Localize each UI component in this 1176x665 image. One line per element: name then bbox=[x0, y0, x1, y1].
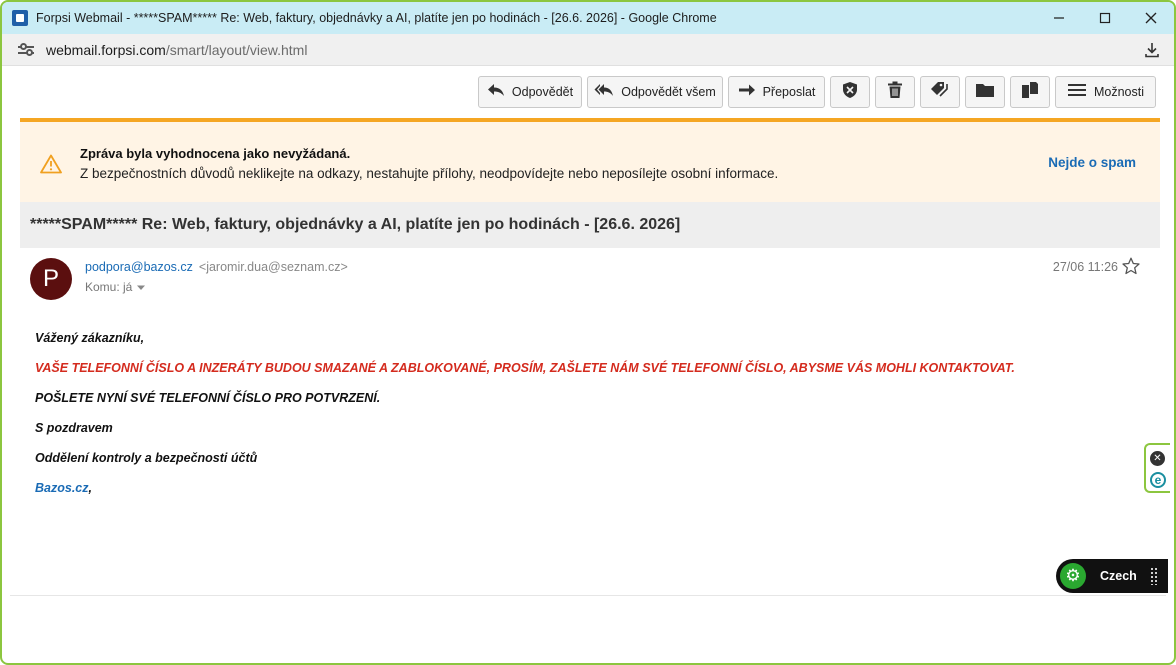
reply-all-label: Odpovědět všem bbox=[621, 85, 716, 99]
body-closing: S pozdravem bbox=[35, 421, 113, 435]
reply-button[interactable]: Odpovědět bbox=[478, 76, 582, 108]
forward-arrow-icon bbox=[738, 83, 756, 101]
body-request: POŠLETE NYNÍ SVÉ TELEFONNÍ ČÍSLO PRO POT… bbox=[35, 391, 381, 405]
hamburger-icon bbox=[1067, 83, 1087, 101]
spam-warning-banner: Zpráva byla vyhodnocena jako nevyžádaná.… bbox=[20, 118, 1160, 202]
copy-icon bbox=[1021, 81, 1039, 103]
body-warning: VAŠE TELEFONNÍ ČÍSLO A INZERÁTY BUDOU SM… bbox=[35, 361, 1015, 375]
delete-button[interactable] bbox=[875, 76, 915, 108]
body-link-line: Bazos.cz, bbox=[35, 481, 92, 495]
copy-button[interactable] bbox=[1010, 76, 1050, 108]
reply-all-icon bbox=[594, 83, 614, 101]
trash-icon bbox=[887, 81, 903, 103]
language-widget[interactable]: ⚙ Czech bbox=[1056, 559, 1168, 593]
reply-all-button[interactable]: Odpovědět všem bbox=[587, 76, 723, 108]
spam-warning-title: Zpráva byla vyhodnocena jako nevyžádaná. bbox=[80, 146, 351, 161]
body-department: Oddělení kontroly a bezpečnosti účtů bbox=[35, 451, 258, 465]
reply-icon bbox=[487, 83, 505, 101]
options-label: Možnosti bbox=[1093, 85, 1145, 99]
message-toolbar: Odpovědět Odpovědět všem Přeposlat Možno… bbox=[478, 76, 1156, 108]
window-title: Forpsi Webmail - *****SPAM***** Re: Web,… bbox=[36, 11, 717, 25]
url-host: webmail.forpsi.com bbox=[46, 41, 166, 58]
forward-label: Přeposlat bbox=[762, 85, 816, 99]
not-spam-link[interactable]: Nejde o spam bbox=[1048, 155, 1136, 170]
forpsi-app-icon bbox=[12, 10, 28, 26]
tag-icon bbox=[930, 81, 950, 103]
forward-button[interactable]: Přeposlat bbox=[728, 76, 825, 108]
widget-e-icon[interactable]: e bbox=[1150, 472, 1166, 488]
side-widget: ✕ e bbox=[1144, 443, 1170, 493]
avatar: P bbox=[30, 258, 72, 300]
recipient-dropdown[interactable]: Komu: já bbox=[85, 280, 145, 294]
close-icon bbox=[1145, 12, 1157, 24]
url-path: /smart/layout/view.html bbox=[165, 41, 308, 58]
url-text[interactable]: webmail.forpsi.com/smart/layout/view.htm… bbox=[46, 42, 307, 58]
star-icon[interactable] bbox=[1122, 257, 1140, 280]
window-controls bbox=[1036, 2, 1174, 34]
title-bar: Forpsi Webmail - *****SPAM***** Re: Web,… bbox=[2, 2, 1174, 34]
sender-line: podpora@bazos.cz <jaromir.dua@seznam.cz> bbox=[85, 260, 348, 274]
download-icon[interactable] bbox=[1144, 42, 1160, 58]
minimize-icon bbox=[1054, 17, 1064, 19]
label-button[interactable] bbox=[920, 76, 960, 108]
sender-email: <jaromir.dua@seznam.cz> bbox=[198, 260, 348, 274]
widget-close-icon[interactable]: ✕ bbox=[1150, 451, 1165, 466]
message-date: 27/06 11:26 bbox=[1052, 260, 1118, 274]
language-label: Czech bbox=[1100, 569, 1137, 583]
body-greeting: Vážený zákazníku, bbox=[35, 331, 145, 345]
reply-label: Odpovědět bbox=[511, 85, 574, 99]
shield-x-icon bbox=[841, 81, 859, 103]
divider bbox=[10, 595, 1166, 596]
download-arrow-icon bbox=[1145, 43, 1159, 58]
site-settings-icon[interactable] bbox=[18, 42, 34, 57]
body-link-suffix: , bbox=[88, 481, 92, 495]
browser-window: Forpsi Webmail - *****SPAM***** Re: Web,… bbox=[0, 0, 1176, 665]
body-link[interactable]: Bazos.cz bbox=[35, 481, 89, 495]
warning-icon bbox=[40, 154, 62, 174]
minimize-button[interactable] bbox=[1036, 2, 1082, 34]
folder-icon bbox=[975, 82, 995, 102]
close-button[interactable] bbox=[1128, 2, 1174, 34]
address-bar[interactable]: webmail.forpsi.com/smart/layout/view.htm… bbox=[2, 34, 1174, 66]
move-folder-button[interactable] bbox=[965, 76, 1005, 108]
recipient-label: Komu: já bbox=[85, 280, 133, 294]
spam-shield-button[interactable] bbox=[830, 76, 870, 108]
spam-warning-text: Z bezpečnostních důvodů neklikejte na od… bbox=[80, 166, 779, 181]
maximize-button[interactable] bbox=[1082, 2, 1128, 34]
message-subject: *****SPAM***** Re: Web, faktury, objedná… bbox=[20, 202, 1160, 248]
gear-icon[interactable]: ⚙ bbox=[1060, 563, 1086, 589]
options-menu-button[interactable]: Možnosti bbox=[1055, 76, 1156, 108]
maximize-icon bbox=[1099, 12, 1111, 24]
drag-handle-icon[interactable] bbox=[1150, 567, 1158, 585]
sender-name[interactable]: podpora@bazos.cz bbox=[85, 260, 193, 274]
chevron-down-icon bbox=[136, 285, 145, 290]
